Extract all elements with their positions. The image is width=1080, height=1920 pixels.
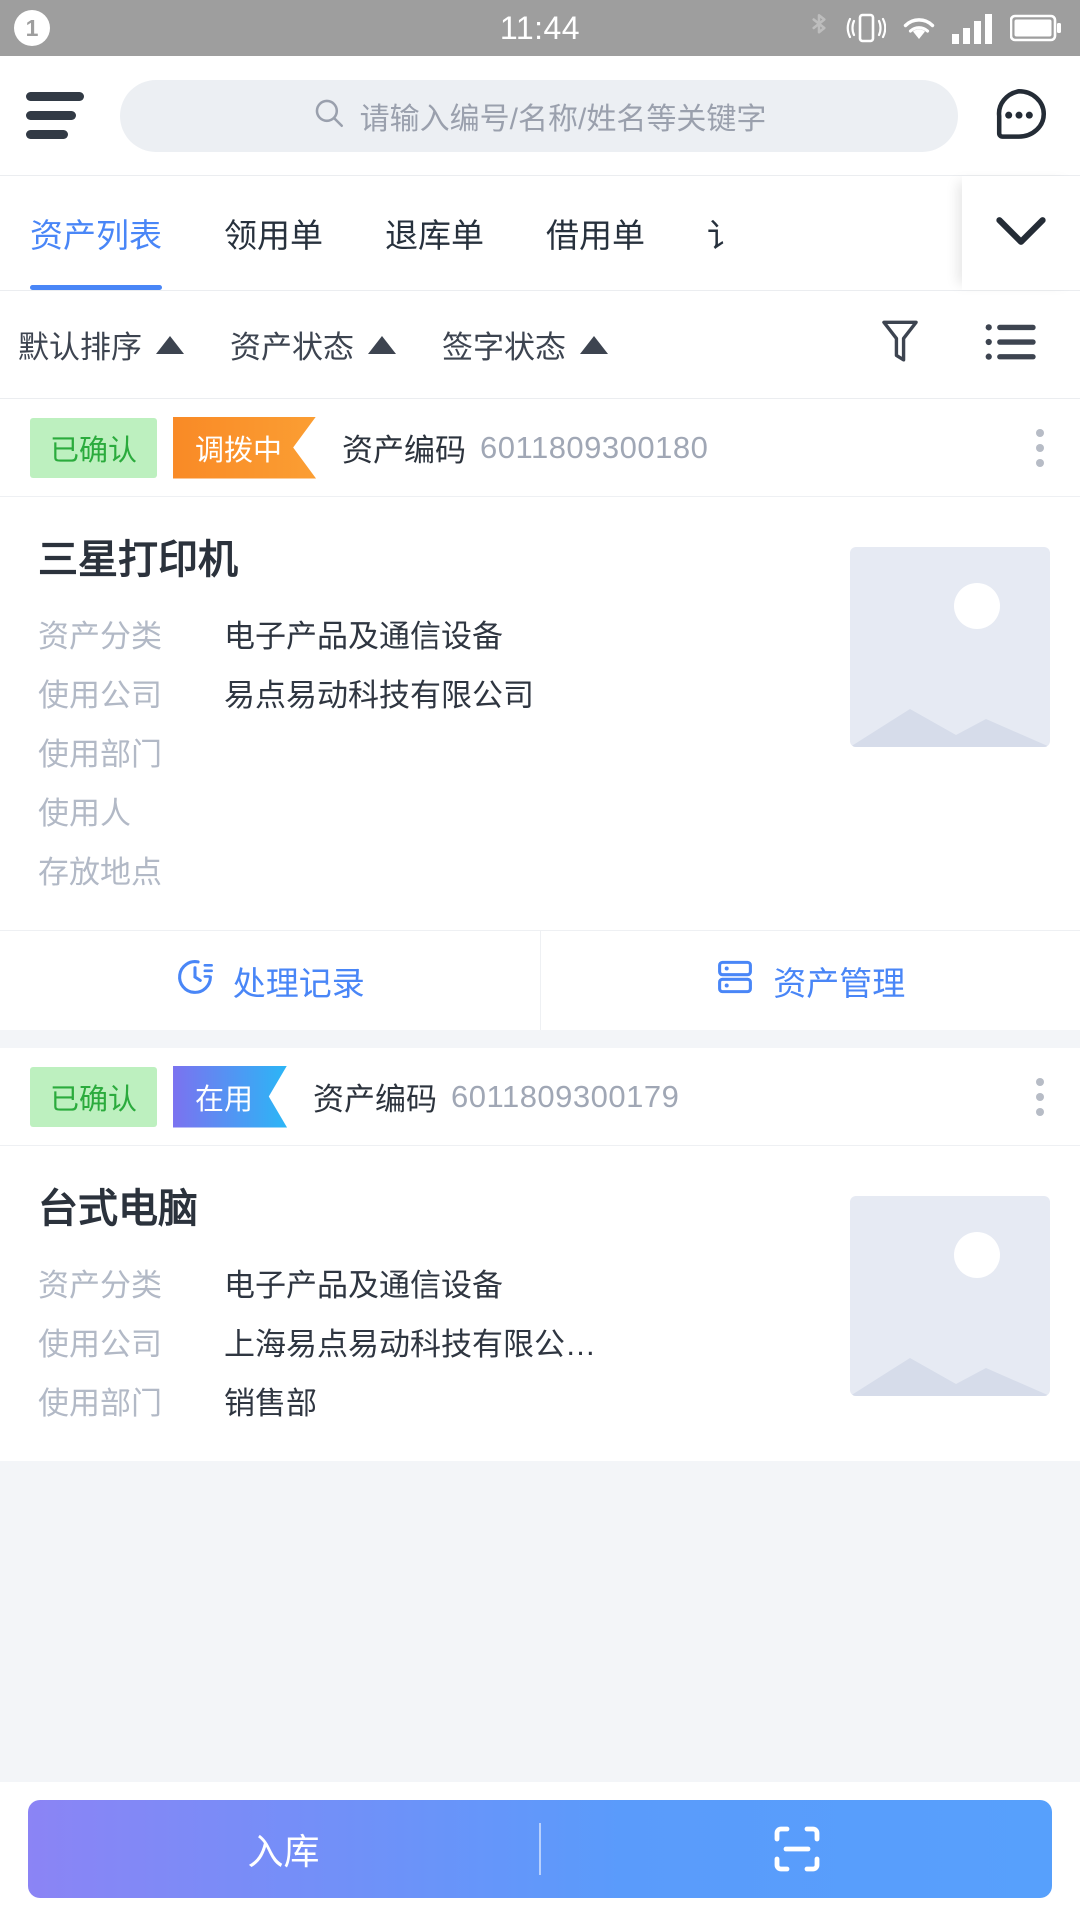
asset-field-label: 存放地点 bbox=[38, 855, 162, 890]
filter-sign-status[interactable]: 签字状态 bbox=[442, 322, 608, 367]
action-process-record[interactable]: 处理记录 bbox=[0, 931, 540, 1030]
asset-list[interactable]: 已确认 调拨中 资产编码 6011809300180 三星打印机 资产分类 电子… bbox=[0, 399, 1080, 1920]
action-asset-manage-label: 资产管理 bbox=[773, 964, 906, 1002]
asset-field: 使用公司 上海易点易动科技有限公… bbox=[38, 1319, 836, 1364]
asset-field: 资产分类 电子产品及通信设备 bbox=[38, 611, 836, 656]
app-screen: 1 11:44 请输入编号/名称/姓名等关键字 资产列表 领用单 退库单 借用单… bbox=[0, 0, 1080, 1920]
search-placeholder: 请输入编号/名称/姓名等关键字 bbox=[359, 102, 767, 136]
asset-field: 资产分类 电子产品及通信设备 bbox=[38, 1260, 836, 1305]
more-vertical-icon[interactable] bbox=[1026, 1068, 1054, 1126]
asset-field: 使用部门 bbox=[38, 729, 836, 774]
asset-field-label: 使用部门 bbox=[38, 1386, 162, 1421]
list-view-icon[interactable] bbox=[984, 320, 1036, 369]
asset-field: 存放地点 bbox=[38, 847, 836, 892]
asset-field-value: 上海易点易动科技有限公… bbox=[224, 1327, 596, 1362]
asset-card-body: 三星打印机 资产分类 电子产品及通信设备 使用公司 易点易动科技有限公司 使用部… bbox=[0, 497, 1080, 930]
tab-list: 资产列表 领用单 退库单 借用单 讠 bbox=[0, 176, 962, 290]
caret-up-icon bbox=[368, 335, 396, 354]
asset-field-label: 使用人 bbox=[38, 796, 131, 831]
filter-funnel-icon[interactable] bbox=[878, 317, 922, 372]
asset-field: 使用公司 易点易动科技有限公司 bbox=[38, 670, 836, 715]
filter-default-sort[interactable]: 默认排序 bbox=[18, 322, 184, 367]
asset-title: 台式电脑 bbox=[38, 1187, 198, 1231]
asset-card-header: 已确认 调拨中 资产编码 6011809300180 bbox=[0, 399, 1080, 497]
stock-in-button[interactable]: 入库 bbox=[28, 1800, 1052, 1898]
battery-icon bbox=[1010, 13, 1062, 43]
tab-asset-list[interactable]: 资产列表 bbox=[30, 176, 162, 290]
tabs-expand-button[interactable] bbox=[962, 176, 1080, 290]
asset-field-label: 使用公司 bbox=[38, 678, 162, 713]
asset-card-actions: 处理记录 资产管理 bbox=[0, 930, 1080, 1030]
caret-up-icon bbox=[580, 335, 608, 354]
asset-card-details: 台式电脑 资产分类 电子产品及通信设备 使用公司 上海易点易动科技有限公… 使用… bbox=[38, 1176, 836, 1437]
asset-manage-icon bbox=[715, 957, 755, 1005]
tab-partial[interactable]: 讠 bbox=[707, 176, 740, 290]
filter-bar-icons bbox=[878, 317, 1054, 372]
chevron-down-icon bbox=[994, 214, 1048, 253]
asset-field: 使用部门 销售部 bbox=[38, 1378, 836, 1423]
action-asset-manage[interactable]: 资产管理 bbox=[539, 931, 1080, 1030]
asset-card-body: 台式电脑 资产分类 电子产品及通信设备 使用公司 上海易点易动科技有限公… 使用… bbox=[0, 1146, 1080, 1461]
tab-borrow[interactable]: 借用单 bbox=[546, 176, 645, 290]
asset-code-value: 6011809300180 bbox=[480, 429, 709, 465]
tab-bar: 资产列表 领用单 退库单 借用单 讠 bbox=[0, 176, 1080, 291]
asset-field-label: 使用部门 bbox=[38, 737, 162, 772]
bottom-action-bar: 入库 bbox=[0, 1782, 1080, 1920]
tab-requisition[interactable]: 领用单 bbox=[224, 176, 323, 290]
filter-asset-status-label: 资产状态 bbox=[230, 330, 354, 365]
tab-return[interactable]: 退库单 bbox=[385, 176, 484, 290]
scan-code-icon[interactable] bbox=[541, 1823, 1052, 1875]
more-vertical-icon[interactable] bbox=[1026, 419, 1054, 477]
status-badge-asset: 调拨中 bbox=[173, 416, 317, 479]
asset-field-value: 销售部 bbox=[224, 1386, 317, 1421]
stock-in-label: 入库 bbox=[247, 1831, 320, 1872]
asset-card-header: 已确认 在用 资产编码 6011809300179 bbox=[0, 1048, 1080, 1146]
bluetooth-icon bbox=[806, 11, 832, 45]
status-bar: 1 11:44 bbox=[0, 0, 1080, 56]
search-input[interactable]: 请输入编号/名称/姓名等关键字 bbox=[120, 79, 958, 152]
filter-asset-status[interactable]: 资产状态 bbox=[230, 322, 396, 367]
action-process-record-label: 处理记录 bbox=[232, 964, 365, 1002]
asset-field: 使用人 bbox=[38, 788, 836, 833]
asset-card[interactable]: 已确认 在用 资产编码 6011809300179 台式电脑 资产分类 电子产品… bbox=[0, 1048, 1080, 1461]
image-placeholder-icon bbox=[850, 1196, 1050, 1396]
filter-bar: 默认排序 资产状态 签字状态 bbox=[0, 291, 1080, 399]
signal-icon bbox=[952, 12, 996, 44]
asset-field-value: 电子产品及通信设备 bbox=[224, 619, 503, 654]
status-badge-sign: 已确认 bbox=[30, 417, 158, 478]
asset-card[interactable]: 已确认 调拨中 资产编码 6011809300180 三星打印机 资产分类 电子… bbox=[0, 399, 1080, 1030]
filter-sign-status-label: 签字状态 bbox=[442, 330, 566, 365]
wifi-icon bbox=[900, 13, 938, 43]
vibrate-icon bbox=[846, 11, 886, 45]
asset-code-value: 6011809300179 bbox=[451, 1078, 680, 1114]
caret-up-icon bbox=[156, 335, 184, 354]
image-placeholder-icon bbox=[850, 547, 1050, 747]
asset-field-label: 使用公司 bbox=[38, 1327, 162, 1362]
asset-card-details: 三星打印机 资产分类 电子产品及通信设备 使用公司 易点易动科技有限公司 使用部… bbox=[38, 527, 836, 906]
sun-icon bbox=[954, 583, 1000, 629]
status-bar-icons bbox=[806, 11, 1062, 45]
status-badge-asset: 在用 bbox=[173, 1065, 288, 1128]
asset-code-label: 资产编码 bbox=[342, 433, 467, 468]
asset-title: 三星打印机 bbox=[38, 538, 238, 582]
asset-field-value: 易点易动科技有限公司 bbox=[224, 678, 534, 713]
app-header: 请输入编号/名称/姓名等关键字 bbox=[0, 56, 1080, 176]
history-record-icon bbox=[175, 957, 215, 1005]
search-icon bbox=[312, 96, 346, 135]
asset-field-value: 电子产品及通信设备 bbox=[224, 1268, 503, 1303]
asset-code-label: 资产编码 bbox=[313, 1082, 438, 1117]
chat-dots-icon[interactable] bbox=[984, 81, 1054, 151]
asset-field-label: 资产分类 bbox=[38, 619, 162, 654]
filter-default-sort-label: 默认排序 bbox=[18, 330, 142, 365]
status-badge-sign: 已确认 bbox=[30, 1066, 158, 1127]
sun-icon bbox=[954, 1232, 1000, 1278]
hamburger-menu-icon[interactable] bbox=[26, 92, 84, 139]
asset-field-label: 资产分类 bbox=[38, 1268, 162, 1303]
